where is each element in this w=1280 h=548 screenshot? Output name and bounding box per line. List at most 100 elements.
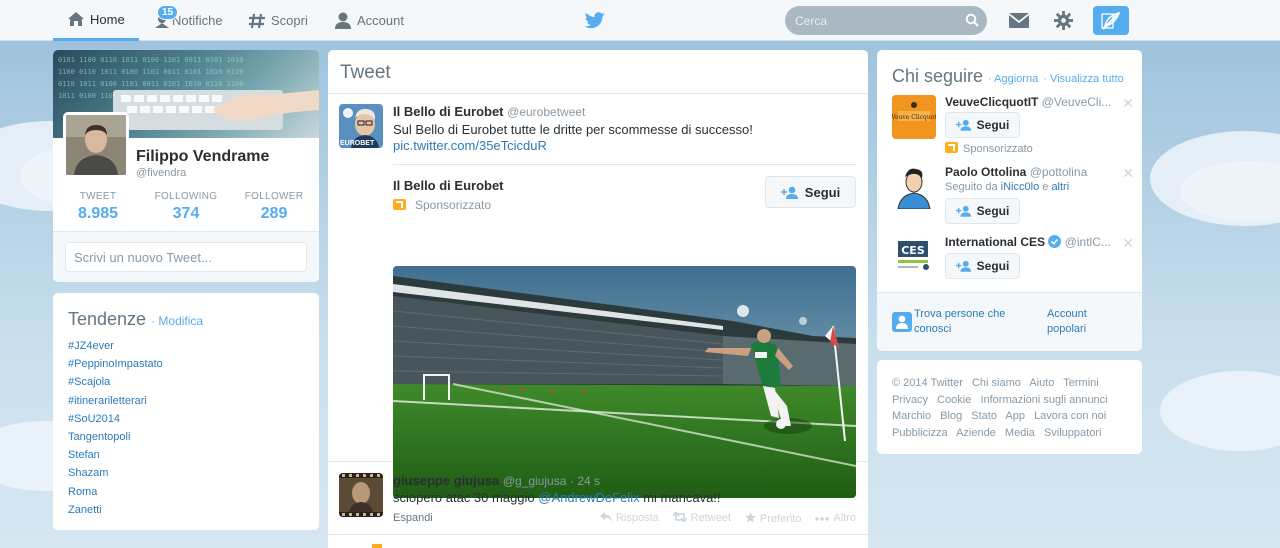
stat-following[interactable]: FOLLOWING 374 bbox=[151, 191, 221, 223]
suggested-user-avatar[interactable]: CES bbox=[892, 235, 936, 279]
tweet-author-avatar[interactable] bbox=[339, 473, 383, 517]
popular-accounts-link[interactable]: Account popolari bbox=[1047, 307, 1117, 337]
trend-item[interactable]: #Scajola bbox=[68, 373, 304, 391]
timeline: Tweet EUROBET Il Bello di Eurobet @eurob… bbox=[328, 50, 868, 548]
nav-account[interactable]: Account bbox=[334, 0, 404, 41]
tweet-author-handle[interactable]: @g_giujusa bbox=[503, 474, 567, 488]
profile-name[interactable]: Filippo Vendrame bbox=[136, 148, 269, 166]
suggested-user-handle[interactable]: @pottolina bbox=[1030, 165, 1088, 179]
trend-item[interactable]: #SoU2014 bbox=[68, 410, 304, 428]
footer-link[interactable]: Stato bbox=[971, 410, 997, 422]
trends-edit-link[interactable]: · Modifica bbox=[151, 314, 203, 328]
suggested-user-name[interactable]: VeuveClicquotIT bbox=[945, 95, 1038, 109]
followed-by-user-link[interactable]: iNicc0lo bbox=[1001, 181, 1040, 193]
trend-item[interactable]: Stefan bbox=[68, 446, 304, 464]
favorite-action[interactable]: Preferito bbox=[744, 512, 801, 525]
view-all-link[interactable]: · Visualizza tutto bbox=[1043, 73, 1124, 85]
suggested-user-name[interactable]: Paolo Ottolina bbox=[945, 165, 1026, 179]
tweet-author-avatar[interactable]: EUROBET bbox=[339, 104, 383, 148]
footer-link[interactable]: Privacy bbox=[892, 394, 928, 406]
tweet-author-name[interactable]: giuseppe giujusa bbox=[393, 473, 499, 488]
follow-button[interactable]: Segui bbox=[765, 176, 856, 208]
suggested-user-avatar[interactable]: Veuve Clicquot bbox=[892, 95, 936, 139]
dismiss-icon[interactable]: ✕ bbox=[1122, 165, 1134, 182]
promoted-card-title[interactable]: Il Bello di Eurobet bbox=[393, 178, 504, 193]
footer-link[interactable]: Marchio bbox=[892, 410, 931, 422]
refresh-link[interactable]: · Aggiorna bbox=[988, 73, 1038, 85]
find-people-link[interactable]: Trova persone che conosci bbox=[914, 307, 1024, 337]
stat-followers-value: 289 bbox=[260, 205, 288, 222]
tweet[interactable]: giuseppe giujusa @g_giujusa · 24 s sciop… bbox=[328, 462, 868, 535]
tweet-promoted[interactable]: EUROBET Il Bello di Eurobet @eurobetweet… bbox=[328, 94, 868, 498]
stat-followers-label: FOLLOWER bbox=[244, 191, 304, 202]
nav-home[interactable]: Home bbox=[53, 0, 139, 41]
follow-button[interactable]: Segui bbox=[945, 198, 1020, 224]
footer-link[interactable]: App bbox=[1005, 410, 1025, 422]
settings-gear-icon[interactable] bbox=[1054, 11, 1073, 30]
twitter-bird-icon[interactable] bbox=[585, 12, 605, 29]
nav-discover-label: Scopri bbox=[271, 13, 308, 28]
suggested-user: Paolo Ottolina @pottolina Seguito da iNi… bbox=[892, 165, 1134, 225]
profile-avatar[interactable] bbox=[63, 112, 129, 178]
compose-tweet-button[interactable] bbox=[1093, 6, 1129, 35]
trend-item[interactable]: #PeppinoImpastato bbox=[68, 355, 304, 373]
dismiss-icon[interactable]: ✕ bbox=[1122, 95, 1134, 112]
svg-text:CES: CES bbox=[901, 244, 925, 257]
trend-item[interactable]: Zanetti bbox=[68, 501, 304, 519]
suggested-user-handle[interactable]: @VeuveCli... bbox=[1042, 95, 1112, 109]
more-action[interactable]: Altro bbox=[815, 512, 856, 525]
top-navigation-bar: Home 15 Notifiche Scopri Account bbox=[0, 0, 1280, 41]
nav-notifications[interactable]: 15 Notifiche bbox=[150, 0, 225, 41]
trend-item[interactable]: Shazam bbox=[68, 464, 304, 482]
nav-discover[interactable]: Scopri bbox=[248, 0, 308, 41]
footer-link[interactable]: Blog bbox=[940, 410, 962, 422]
suggested-user-handle[interactable]: @intlC... bbox=[1065, 235, 1111, 249]
tweet-pic-link[interactable]: pic.twitter.com/35eTcicduR bbox=[393, 138, 547, 153]
trend-item[interactable]: #itinerariletterari bbox=[68, 392, 304, 410]
reply-label: Risposta bbox=[616, 512, 659, 524]
tweet-divider bbox=[393, 164, 856, 165]
footer-link[interactable]: Informazioni sugli annunci bbox=[980, 394, 1107, 406]
compose-tweet-input[interactable] bbox=[65, 242, 307, 272]
footer-link[interactable]: Lavora con noi bbox=[1034, 410, 1106, 422]
follow-button[interactable]: Segui bbox=[945, 112, 1020, 138]
followed-by-more-link[interactable]: altri bbox=[1051, 181, 1069, 193]
trend-item[interactable]: #JZ4ever bbox=[68, 337, 304, 355]
more-label: Altro bbox=[833, 512, 856, 524]
tweet-author-handle[interactable]: @eurobetweet bbox=[507, 105, 585, 119]
svg-text:0110 1011 0100 1101 0011 0101: 0110 1011 0100 1101 0011 0101 1010 0110 … bbox=[58, 80, 243, 88]
stat-followers[interactable]: FOLLOWER 289 bbox=[241, 191, 307, 223]
svg-text:0101 1100 0110 1011 0100 1101: 0101 1100 0110 1011 0100 1101 0011 0101 … bbox=[58, 56, 243, 64]
footer-link[interactable]: Sviluppatori bbox=[1044, 427, 1101, 439]
footer-link[interactable]: Media bbox=[1005, 427, 1035, 439]
footer-link[interactable]: Pubblicizza bbox=[892, 427, 948, 439]
reply-action[interactable]: Risposta bbox=[600, 512, 659, 525]
footer-link[interactable]: Cookie bbox=[937, 394, 971, 406]
trend-item[interactable]: Roma bbox=[68, 483, 304, 501]
tweet-expand-link[interactable]: Espandi bbox=[393, 512, 433, 524]
direct-messages-icon[interactable] bbox=[1009, 13, 1029, 29]
trend-item[interactable]: Tangentopoli bbox=[68, 428, 304, 446]
tweet-author-name[interactable]: Il Bello di Eurobet bbox=[393, 104, 504, 119]
search-box[interactable] bbox=[785, 6, 987, 35]
suggested-user-info: Paolo Ottolina @pottolina Seguito da iNi… bbox=[945, 165, 1087, 193]
tweet-mention-link[interactable]: @AndrewDeFelix bbox=[538, 490, 639, 505]
footer-link[interactable]: Termini bbox=[1063, 377, 1098, 389]
stat-tweets-label: TWEET bbox=[79, 191, 117, 202]
search-input[interactable] bbox=[785, 6, 955, 35]
suggested-user-name[interactable]: International CES bbox=[945, 235, 1045, 249]
suggested-user-avatar[interactable] bbox=[892, 165, 936, 209]
dismiss-icon[interactable]: ✕ bbox=[1122, 235, 1134, 252]
footer-link[interactable]: Aziende bbox=[956, 427, 996, 439]
profile-handle[interactable]: @fivendra bbox=[136, 167, 186, 179]
retweet-action[interactable]: Retweet bbox=[672, 510, 731, 525]
footer-link[interactable]: Chi siamo bbox=[972, 377, 1021, 389]
stat-tweets[interactable]: TWEET 8.985 bbox=[71, 191, 125, 223]
footer-link[interactable]: Aiuto bbox=[1029, 377, 1054, 389]
follow-button-label: Segui bbox=[804, 184, 841, 200]
tweet-timestamp[interactable]: · 24 s bbox=[570, 474, 600, 488]
follow-person-icon bbox=[955, 260, 971, 272]
follow-button[interactable]: Segui bbox=[945, 253, 1020, 279]
who-to-follow-footer: Trova persone che conosci Account popola… bbox=[877, 292, 1142, 351]
search-icon[interactable] bbox=[965, 13, 979, 27]
